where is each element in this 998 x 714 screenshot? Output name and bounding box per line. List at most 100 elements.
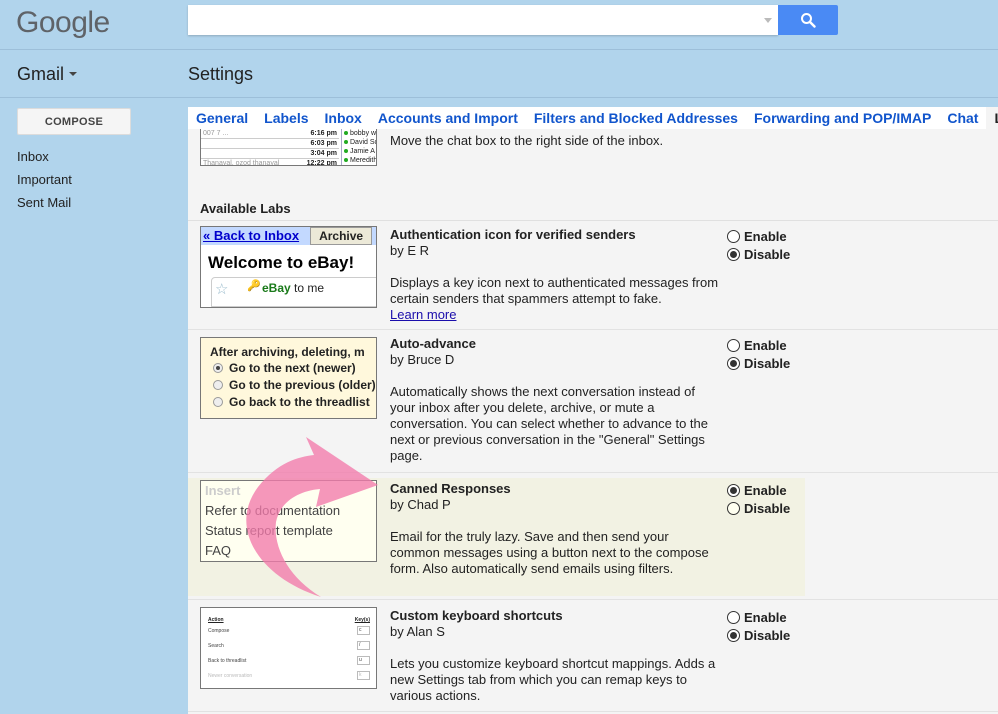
thumb-row: Thanayal, ozod thanayal 12:22 pm [201,159,339,165]
search-button[interactable] [778,5,838,35]
disable-option[interactable]: Disable [727,626,790,644]
lab-author: by Alan S [390,624,445,639]
lab-row-auto-advance: After archiving, deleting, m Go to the n… [188,330,998,473]
tab-filters-and-blocked-addresses[interactable]: Filters and Blocked Addresses [526,107,746,129]
thumb-back-to-inbox: « Back to Inbox [203,228,300,243]
search-box[interactable] [188,5,778,35]
disable-radio[interactable] [727,628,740,642]
thumb-contact-list: bobby w David So Jamie A Meredith [341,129,376,165]
thumb-option: Go to the previous (older) [201,376,376,393]
sidebar-item-sent-mail[interactable]: Sent Mail [17,194,72,217]
enable-option[interactable]: Enable [727,336,790,354]
lab-thumbnail: Action Key(s) Compose c Search / Back to th… [200,607,377,689]
thumb-contact: Jamie A [342,147,376,156]
enable-option[interactable]: Enable [727,227,790,245]
lab-options: Enable Disable [727,481,790,517]
lab-description: Displays a key icon next to authenticate… [390,275,719,306]
thumb-shortcut-row: Newer conversation k [201,668,376,683]
thumb-shortcut-row: Compose c [201,623,376,638]
disable-option[interactable]: Disable [727,499,790,517]
lab-description: Automatically shows the next conversatio… [390,384,708,463]
lab-info: Canned Responses by Chad P Email for the… [390,481,720,577]
lab-info: Custom keyboard shortcuts by Alan S Lets… [390,608,720,704]
search-options-dropdown-icon[interactable] [764,18,772,23]
enable-option[interactable]: Enable [727,608,790,626]
lab-author: by Chad P [390,497,451,512]
sidebar-nav: Inbox Important Sent Mail [17,148,72,217]
thumb-menu-item: Status report template [205,523,333,538]
lab-name: Canned Responses [390,481,511,496]
thumb-menu-item: Insert [205,483,241,498]
thumb-row: 3:04 pm [201,149,339,159]
lab-name: Custom keyboard shortcuts [390,608,563,623]
lab-thumbnail: « Back to Inbox Archive Welcome to eBay!… [200,226,377,308]
lab-options: Enable Disable [727,227,790,263]
key-icon: 🔑 [247,280,261,292]
search-icon [801,13,816,28]
thumb-option: Go back to the threadlist [201,393,376,410]
disable-radio[interactable] [727,501,740,515]
google-logo[interactable]: Google [16,6,110,40]
sidebar-item-inbox[interactable]: Inbox [17,148,72,171]
lab-description: Lets you customize keyboard shortcut map… [390,656,716,703]
lab-row-custom-keyboard-shortcuts: Action Key(s) Compose c Search / Back to th… [188,600,998,712]
thumb-shortcut-row: Search / [201,638,376,653]
tab-labs[interactable]: Labs [986,107,998,129]
chat-lab-thumbnail: 007 7 ... 6:16 pm 6:03 pm 3:04 pm Thanaya… [200,129,377,166]
thumb-contact: bobby w [342,129,376,138]
disable-option[interactable]: Disable [727,354,790,372]
tab-inbox[interactable]: Inbox [317,107,370,129]
lab-info: Auto-advance by Bruce D Automatically sh… [390,336,720,464]
lab-thumbnail: After archiving, deleting, m Go to the n… [200,337,377,419]
lab-row-authentication-icon: « Back to Inbox Archive Welcome to eBay!… [188,221,998,330]
tab-labels[interactable]: Labels [256,107,316,129]
settings-tabs: General Labels Inbox Accounts and Import… [188,107,998,129]
thumb-menu-item: Refer to documentation [205,503,341,518]
lab-description: Email for the truly lazy. Save and then … [390,529,709,576]
lab-name: Auto-advance [390,336,476,351]
lab-name: Authentication icon for verified senders [390,227,636,242]
subheader-divider [0,97,998,98]
sidebar-item-important[interactable]: Important [17,171,72,194]
lab-author: by Bruce D [390,352,455,367]
lab-author: by E R [390,243,430,258]
thumb-message: ☆ 🔑 eBay to me [211,277,376,307]
thumb-row: 007 7 ... 6:16 pm [201,130,339,139]
page-title: Settings [188,64,254,84]
thumb-title: After archiving, deleting, m [210,345,365,359]
lab-thumbnail: Insert Refer to documentation Status rep… [200,480,377,562]
header-divider [0,49,998,50]
thumb-contact: Meredith [342,156,376,165]
enable-radio[interactable] [727,483,740,497]
gmail-label: Gmail [17,64,65,84]
star-icon: ☆ [215,281,229,298]
chat-lab-description: Move the chat box to the right side of t… [390,133,664,148]
tab-forwarding-and-pop-imap[interactable]: Forwarding and POP/IMAP [746,107,939,129]
lab-options: Enable Disable [727,608,790,644]
thumb-row: 6:03 pm [201,139,339,149]
thumb-contact: David So [342,138,376,147]
tab-general[interactable]: General [188,107,256,129]
learn-more-link[interactable]: Learn more [390,307,720,323]
search-input[interactable] [188,5,748,35]
disable-option[interactable]: Disable [727,245,790,263]
enable-option[interactable]: Enable [727,481,790,499]
enable-radio[interactable] [727,229,740,243]
settings-panel: General Labels Inbox Accounts and Import… [188,107,998,714]
disable-radio[interactable] [727,356,740,370]
thumb-title: Welcome to eBay! [208,253,355,272]
tab-accounts-and-import[interactable]: Accounts and Import [370,107,526,129]
enable-radio[interactable] [727,610,740,624]
chevron-down-icon [69,71,78,76]
lab-info: Authentication icon for verified senders… [390,227,720,323]
tab-chat[interactable]: Chat [939,107,986,129]
thumb-shortcut-row: Back to threadlist u [201,653,376,668]
thumb-option: Go to the next (newer) [201,359,376,376]
lab-row-canned-responses: Insert Refer to documentation Status rep… [188,473,998,600]
compose-button[interactable]: COMPOSE [17,108,131,135]
disable-radio[interactable] [727,247,740,261]
available-labs-heading: Available Labs [200,201,291,216]
gmail-app-menu[interactable]: Gmail [17,64,78,85]
enable-radio[interactable] [727,338,740,352]
thumb-menu-item: FAQ [205,543,232,558]
